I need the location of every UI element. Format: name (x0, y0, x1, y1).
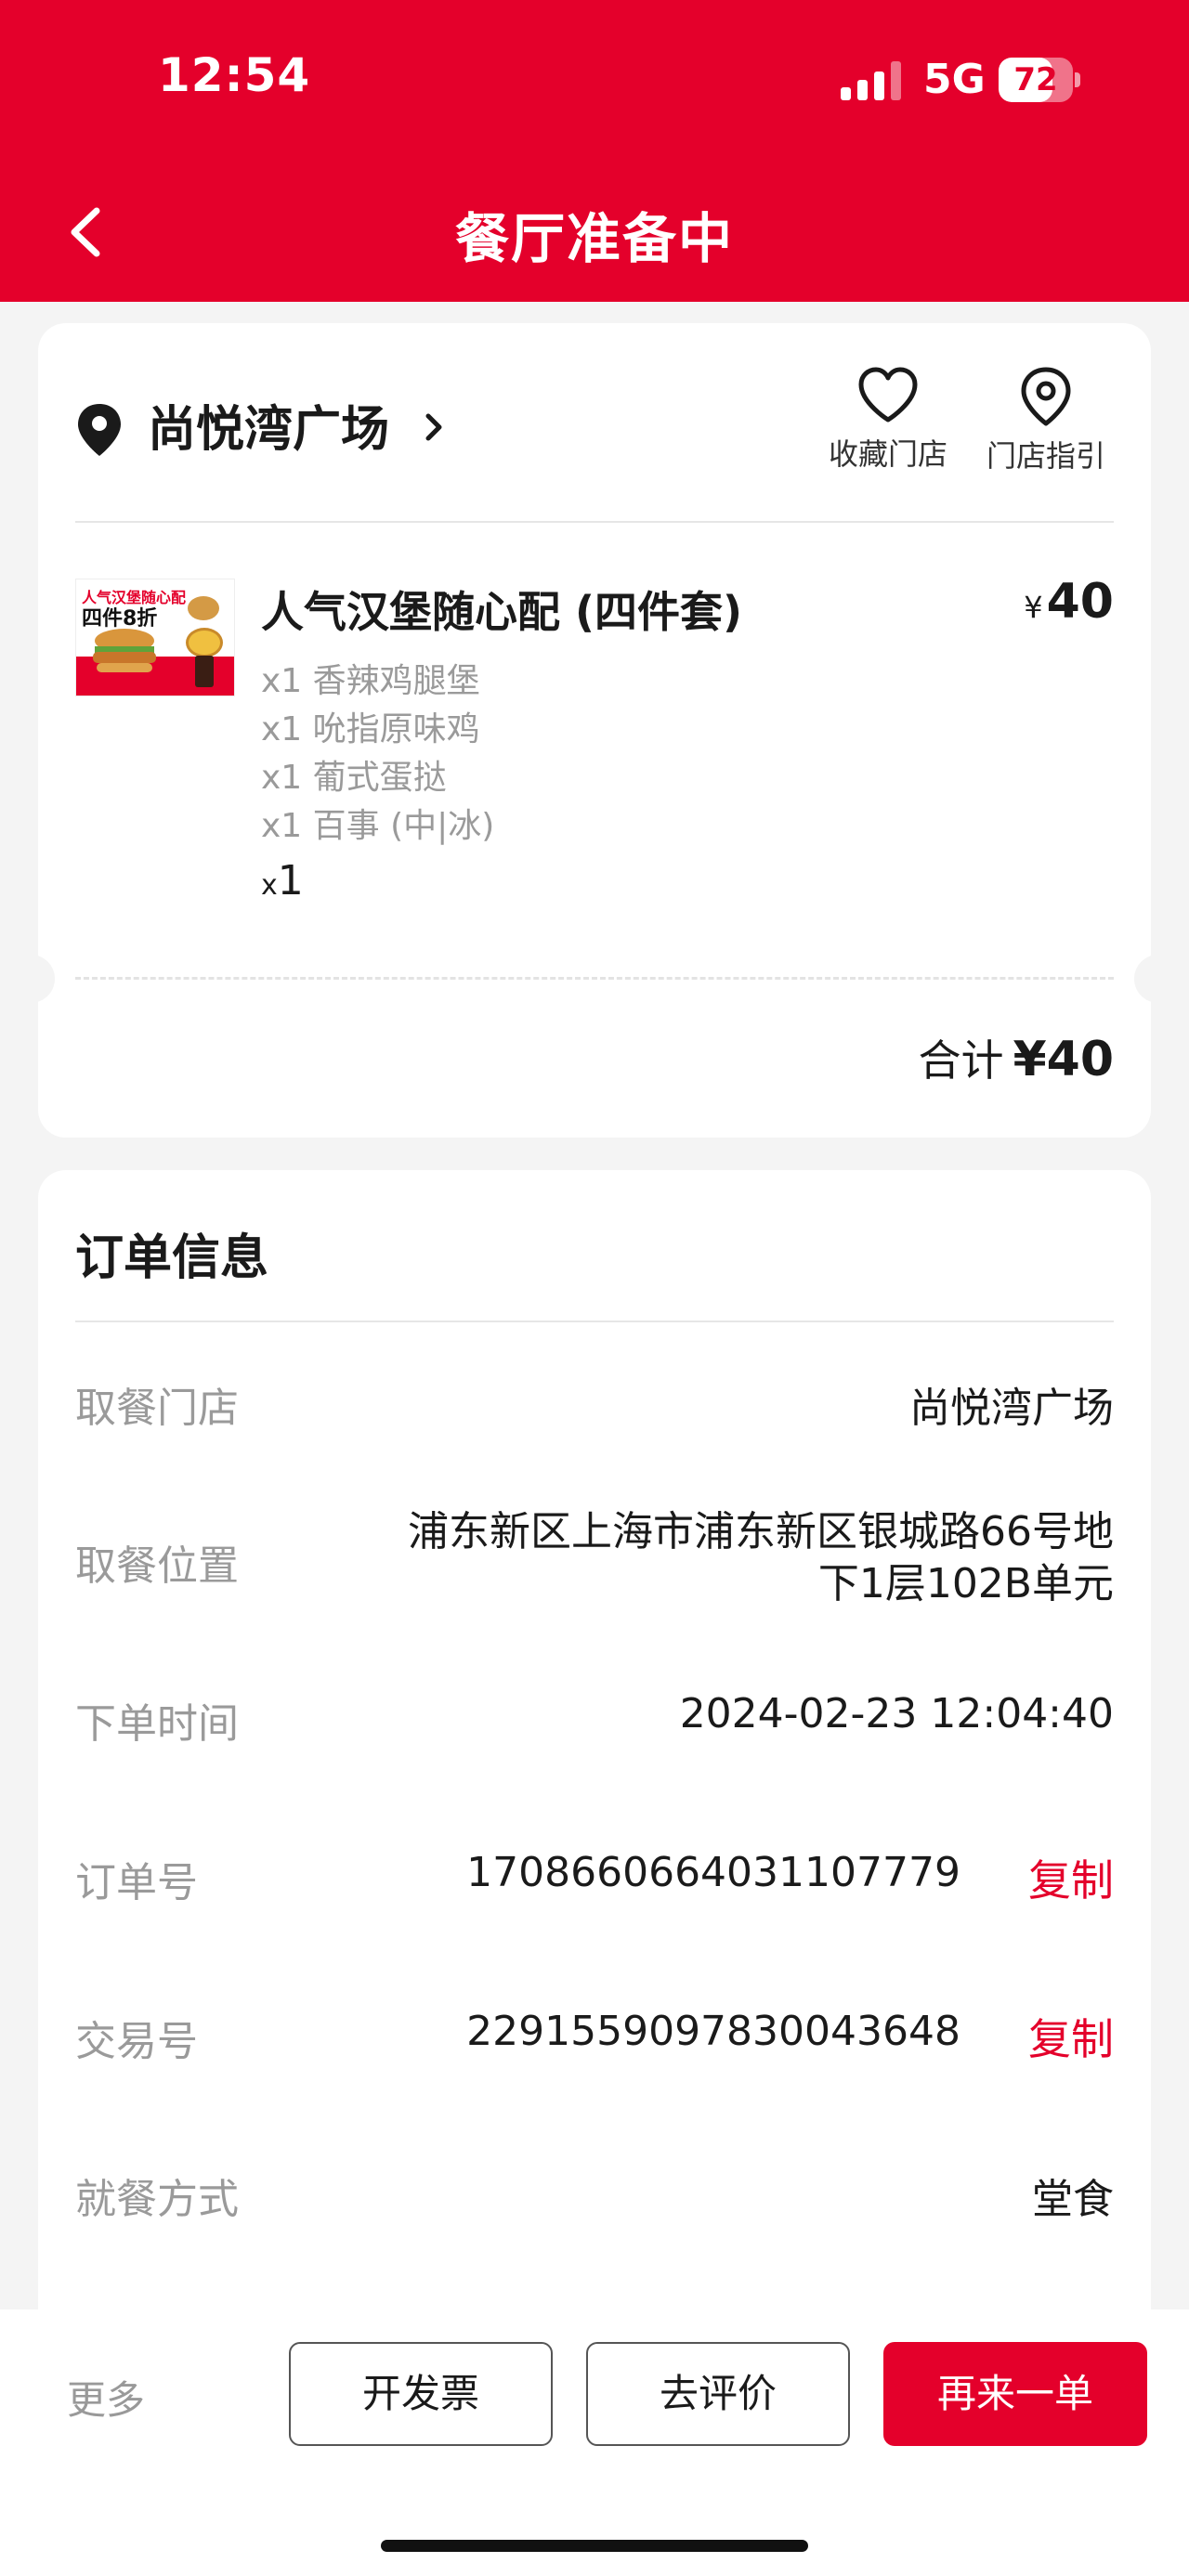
order-number-label: 订单号 (75, 1859, 198, 1906)
copy-order-number-button[interactable]: 复制 (1028, 1847, 1114, 1908)
combo-item: x1 葡式蛋挞 (261, 759, 447, 797)
home-indicator (381, 2540, 808, 2552)
product-quantity: x1 (261, 857, 304, 904)
bottom-action-bar: 更多 开发票 去评价 再来一单 (0, 2309, 1189, 2576)
divider (75, 521, 1114, 523)
total-amount: ¥40 (1013, 1032, 1114, 1087)
dining-mode-value: 堂食 (1032, 2176, 1114, 2223)
product-price-value: 40 (1046, 574, 1114, 630)
transaction-number-label: 交易号 (75, 2018, 198, 2065)
favorite-store-label: 收藏门店 (828, 436, 947, 472)
section-title: 订单信息 (75, 1230, 269, 1286)
product-price: ¥40 (1024, 574, 1114, 630)
total-label: 合计 (918, 1035, 1004, 1086)
heart-icon (858, 367, 918, 423)
quantity-value: 1 (277, 857, 304, 904)
invoice-button[interactable]: 开发票 (289, 2342, 553, 2446)
dashed-divider (75, 977, 1114, 980)
divider (75, 1321, 1114, 1322)
battery-level: 72 (1013, 61, 1058, 98)
reorder-button[interactable]: 再来一单 (883, 2342, 1147, 2446)
order-summary-card: 尚悦湾广场 收藏门店 门店指引 人气汉堡随心配 四件8折 人气汉堡随心配 (四件… (21, 323, 1168, 1138)
ticket-notch-left (21, 955, 55, 1003)
order-total: 合计 ¥40 (918, 1027, 1114, 1088)
pickup-store-label: 取餐门店 (75, 1385, 239, 1432)
map-pin-icon (1021, 367, 1071, 426)
transaction-number-value: 2291559097830043648 (466, 2008, 960, 2055)
store-name[interactable]: 尚悦湾广场 (148, 390, 389, 460)
review-button[interactable]: 去评价 (586, 2342, 850, 2446)
ticket-notch-right (1134, 955, 1168, 1003)
page-title: 餐厅准备中 (454, 207, 734, 270)
combo-item: x1 百事 (中|冰) (261, 807, 495, 845)
copy-transaction-number-button[interactable]: 复制 (1028, 2006, 1114, 2067)
network-label: 5G (923, 56, 986, 103)
order-time-label: 下单时间 (75, 1700, 239, 1748)
chevron-right-icon[interactable] (421, 409, 447, 446)
location-pin-icon (78, 404, 121, 456)
favorite-store-button[interactable]: 收藏门店 (818, 366, 958, 474)
dining-mode-label: 就餐方式 (75, 2176, 239, 2223)
currency-symbol: ¥ (1024, 590, 1043, 625)
header: 12:54 5G 72 餐厅准备中 (0, 0, 1189, 302)
burger-illustration (93, 629, 156, 672)
order-time-value: 2024-02-23 12:04:40 (679, 1690, 1114, 1737)
order-info-card: 订单信息 取餐门店 尚悦湾广场 取餐位置 浦东新区上海市浦东新区银城路66号地下… (38, 1170, 1151, 2331)
pickup-location-label: 取餐位置 (75, 1542, 239, 1590)
combo-item: x1 香辣鸡腿堡 (261, 662, 480, 700)
quantity-prefix: x (261, 869, 278, 902)
product-image: 人气汉堡随心配 四件8折 (75, 579, 235, 696)
battery-icon: 72 (999, 58, 1082, 102)
combo-item: x1 吮指原味鸡 (261, 710, 480, 748)
order-number-value: 1708660664031107779 (466, 1849, 960, 1896)
store-guide-label: 门店指引 (986, 438, 1105, 474)
store-guide-button[interactable]: 门店指引 (976, 366, 1116, 475)
pickup-location-value: 浦东新区上海市浦东新区银城路66号地下1层102B单元 (408, 1508, 1114, 1607)
status-time: 12:54 (158, 48, 311, 102)
pickup-store-value: 尚悦湾广场 (909, 1385, 1114, 1432)
product-name: 人气汉堡随心配 (四件套) (261, 587, 743, 637)
signal-icon (841, 61, 901, 100)
more-button[interactable]: 更多 (67, 2369, 145, 2426)
